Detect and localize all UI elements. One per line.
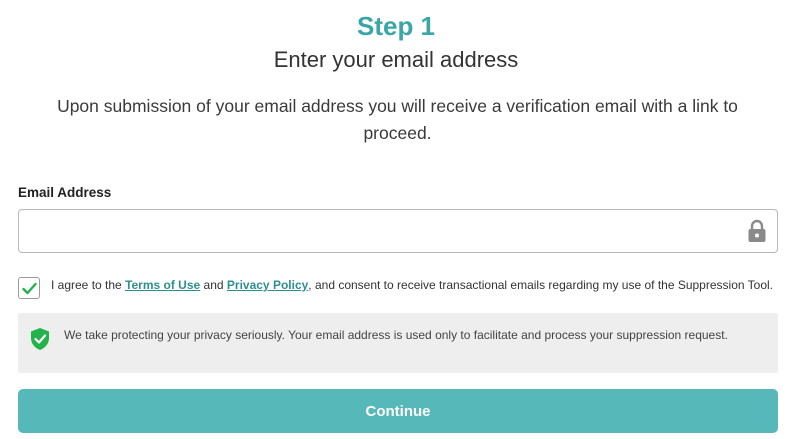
privacy-policy-link[interactable]: Privacy Policy bbox=[227, 278, 308, 292]
email-field-container bbox=[18, 209, 778, 253]
email-field-label: Email Address bbox=[18, 185, 112, 200]
consent-text-before: I agree to the bbox=[51, 278, 126, 292]
consent-text-after: , and consent to receive transactional e… bbox=[308, 278, 774, 292]
privacy-notice: We take protecting your privacy seriousl… bbox=[18, 313, 778, 373]
consent-text: I agree to the Terms of Use and Privacy … bbox=[51, 277, 773, 293]
check-icon bbox=[22, 282, 37, 295]
description-text: Upon submission of your email address yo… bbox=[57, 96, 738, 143]
shield-check-icon bbox=[31, 328, 49, 350]
privacy-notice-text: We take protecting your privacy seriousl… bbox=[64, 328, 728, 342]
continue-button[interactable]: Continue bbox=[18, 389, 778, 433]
step-title: Step 1 bbox=[356, 11, 436, 41]
consent-text-and: and bbox=[200, 278, 227, 292]
email-step-form: Step 1 Enter your email address Upon sub… bbox=[0, 0, 792, 439]
page-title: Enter your email address bbox=[273, 47, 519, 72]
terms-of-use-link[interactable]: Terms of Use bbox=[125, 278, 200, 292]
consent-row: I agree to the Terms of Use and Privacy … bbox=[18, 276, 778, 302]
email-field[interactable] bbox=[19, 210, 743, 252]
lock-icon bbox=[748, 219, 766, 242]
consent-checkbox[interactable] bbox=[18, 277, 40, 299]
